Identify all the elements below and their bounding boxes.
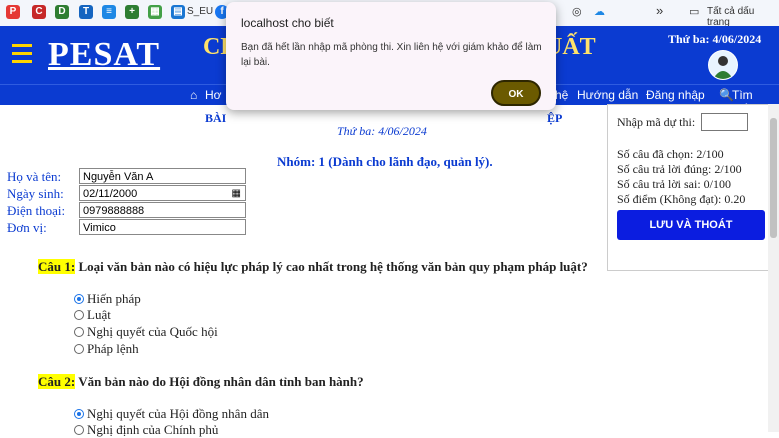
all-bookmarks-label[interactable]: Tất cả dấu trang <box>707 6 779 28</box>
header-date: Thứ ba: 4/06/2024 <box>668 32 762 46</box>
nav-partial-item[interactable]: hệ <box>555 88 568 102</box>
exam-group: Nhóm: 1 (Dành cho lãnh đạo, quản lý). <box>277 154 493 169</box>
option-label: Nghị quyết của Hội đồng nhân dân <box>87 406 269 421</box>
answer-option[interactable]: Nghị quyết của Quốc hội <box>74 324 218 340</box>
dialog-title: localhost cho biết <box>241 16 334 30</box>
site-logo[interactable]: PESAT <box>48 36 160 74</box>
option-label: Nghị quyết của Quốc hội <box>87 324 218 339</box>
answer-option[interactable]: Nghị quyết của Hội đồng nhân dân <box>74 406 269 422</box>
scrollbar-thumb[interactable] <box>770 118 777 238</box>
phone-label: Điện thoại: <box>7 203 66 218</box>
bookmark-d-icon[interactable]: D <box>55 5 69 19</box>
question-text: Văn bản nào do Hội đồng nhân dân tỉnh ba… <box>78 374 364 389</box>
unit-field[interactable]: Vimico <box>79 219 246 235</box>
exam-date: Thứ ba: 4/06/2024 <box>337 124 427 138</box>
ok-button[interactable]: OK <box>491 80 541 106</box>
option-label: Nghị định của Chính phủ <box>87 422 219 437</box>
alert-dialog: localhost cho biết Bạn đã hết lần nhập m… <box>226 2 556 110</box>
chrome-icon[interactable]: ◎ <box>572 5 582 18</box>
score: Số điểm (Không đạt): 0.20 <box>617 192 746 206</box>
answer-option[interactable]: Nghị định của Chính phủ <box>74 422 218 438</box>
option-label: Hiến pháp <box>87 291 141 306</box>
option-label: Luật <box>87 307 111 322</box>
radio[interactable] <box>74 310 84 320</box>
unit-label: Đơn vị: <box>7 220 47 235</box>
save-and-exit-button[interactable]: LƯU VÀ THOÁT <box>617 210 765 240</box>
question-2: Câu 2: Văn bản nào do Hội đồng nhân dân … <box>38 374 364 390</box>
exam-title-start: BÀI <box>205 111 227 125</box>
option-label: Pháp lệnh <box>87 341 139 356</box>
bookmark-sheet-icon[interactable]: + <box>125 5 139 19</box>
bookmark-c-icon[interactable]: C <box>32 5 46 19</box>
name-label: Họ và tên: <box>7 169 62 184</box>
exam-code-input[interactable] <box>701 113 748 131</box>
bookmark-p-icon[interactable]: P <box>6 5 20 19</box>
dob-value: 02/11/2000 <box>83 188 138 200</box>
exam-status-panel: Nhập mã dự thi: Số câu đã chọn: 2/100 Số… <box>607 104 769 271</box>
phone-field[interactable]: 0979888888 <box>79 202 246 218</box>
home-icon[interactable]: ⌂ <box>190 88 197 102</box>
menu-icon[interactable] <box>12 44 32 68</box>
bookmark-doc-icon[interactable]: ≡ <box>102 5 116 19</box>
answer-option[interactable]: Pháp lệnh <box>74 341 139 357</box>
bookmark-seu-label[interactable]: S_EU <box>187 6 213 17</box>
radio[interactable] <box>74 344 84 354</box>
name-field[interactable]: Nguyễn Văn A <box>79 168 246 184</box>
cloud-icon[interactable]: ☁ <box>594 5 605 18</box>
bookmark-t-icon[interactable]: T <box>79 5 93 19</box>
wrong-count: Số câu trả lời sai: 0/100 <box>617 177 731 191</box>
radio[interactable] <box>74 425 84 435</box>
page-scrollbar[interactable] <box>768 104 779 432</box>
bookmark-grid-icon[interactable]: ▦ <box>148 5 162 19</box>
folder-icon: ▭ <box>689 6 700 18</box>
answer-option[interactable]: Hiến pháp <box>74 291 141 307</box>
selected-count: Số câu đã chọn: 2/100 <box>617 147 724 161</box>
exam-content: BÀI ỆP Thứ ba: 4/06/2024 Nhóm: 1 (Dành c… <box>0 104 607 437</box>
dob-field[interactable]: 02/11/2000 ▦ <box>79 185 246 201</box>
nav-login[interactable]: Đăng nhập <box>646 88 705 102</box>
question-1: Câu 1: Loại văn bản nào có hiệu lực pháp… <box>38 259 588 275</box>
question-text: Loại văn bản nào có hiệu lực pháp lý cao… <box>78 259 588 274</box>
radio[interactable] <box>74 327 84 337</box>
nav-guide[interactable]: Hướng dẫn <box>577 88 638 102</box>
dialog-message: Bạn đã hết lần nhập mã phòng thi. Xin li… <box>241 42 542 68</box>
correct-count: Số câu trả lời đúng: 2/100 <box>617 162 742 176</box>
radio-selected[interactable] <box>74 409 84 419</box>
question-number: Câu 2: <box>38 374 76 389</box>
calendar-icon[interactable]: ▦ <box>232 186 241 202</box>
nav-home[interactable]: Hơ <box>205 88 222 102</box>
avatar[interactable] <box>708 50 738 80</box>
exam-title-end: ỆP <box>547 111 563 125</box>
dob-label: Ngày sinh: <box>7 186 64 201</box>
answer-option[interactable]: Luật <box>74 307 111 323</box>
bookmark-seu-icon[interactable]: ▤ <box>171 5 185 19</box>
radio-selected[interactable] <box>74 294 84 304</box>
question-number: Câu 1: <box>38 259 76 274</box>
exam-code-label: Nhập mã dự thi: <box>617 115 696 129</box>
more-bookmarks-icon[interactable]: » <box>656 3 663 18</box>
